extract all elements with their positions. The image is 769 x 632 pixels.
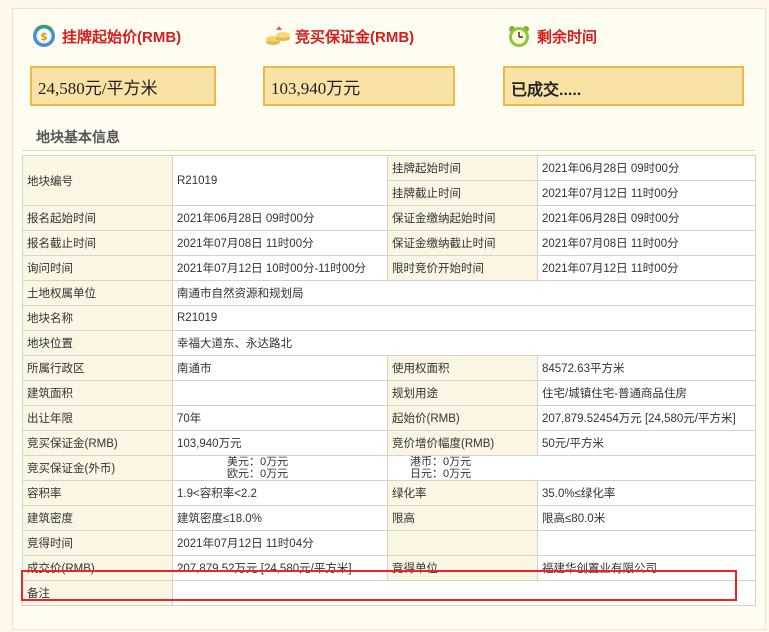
start-price-table-label: 起始价(RMB) [387,405,538,431]
timed-bid-label: 限时竞价开始时间 [387,255,538,281]
start-price-table-value: 207,879.52454万元 [24,580元/平方米] [537,405,756,431]
parcel-no-value: R21019 [172,155,388,206]
reg-end-label: 报名截止时间 [22,230,173,256]
deposit-table-value: 103,940万元 [172,430,388,456]
deposit-value: 103,940万元 [263,66,455,106]
height-value: 限高≤80.0米 [537,505,756,531]
deposit-label: 竞买保证金(RMB) [295,28,415,46]
table-row: 备注 [22,580,756,606]
remaining-time-value: 已成交..... [503,66,744,106]
parcel-name-label: 地块名称 [22,305,173,331]
density-value: 建筑密度≤18.0% [172,505,388,531]
section-divider [22,150,755,151]
coins-icon [265,24,290,48]
listing-end-value: 2021年07月12日 11时00分 [537,180,756,206]
build-area-label: 建筑面积 [22,380,173,406]
listing-end-label: 挂牌截止时间 [387,180,538,206]
deal-price-label: 成交价(RMB) [22,555,173,581]
table-row: 询问时间 2021年07月12日 10时00分-11时00分 限时竞价开始时间 … [22,255,756,281]
timed-bid-value: 2021年07月12日 11时00分 [537,255,756,281]
parcel-info-table: 地块编号 R21019 挂牌起始时间 2021年06月28日 09时00分 挂牌… [22,155,756,606]
table-row: 地块编号 R21019 挂牌起始时间 2021年06月28日 09时00分 [22,155,756,206]
plan-use-value: 住宅/城镇住宅-普通商品住房 [537,380,756,406]
build-area-value [172,380,388,406]
start-price-value: 24,580元/平方米 [30,66,216,106]
table-row: 竞买保证金(RMB) 103,940万元 竞价增价幅度(RMB) 50元/平方米 [22,430,756,456]
listing-start-label: 挂牌起始时间 [387,155,538,181]
table-row: 报名截止时间 2021年07月08日 11时00分 保证金缴纳截止时间 2021… [22,230,756,256]
winner-label: 竞得单位 [387,555,538,581]
district-value: 南通市 [172,355,388,381]
table-row: 所属行政区 南通市 使用权面积 84572.63平方米 [22,355,756,381]
remarks-value [172,580,756,606]
foreign-deposit-hkd-jpy: 港币：0万元 日元：0万元 [387,455,756,481]
green-label: 绿化率 [387,480,538,506]
win-time-label: 竞得时间 [22,530,173,556]
table-row: 成交价(RMB) 207,879.52万元 [24,580元/平方米] 竞得单位… [22,555,756,581]
remarks-label: 备注 [22,580,173,606]
remaining-time-label: 剩余时间 [537,28,598,46]
table-row: 出让年限 70年 起始价(RMB) 207,879.52454万元 [24,58… [22,405,756,431]
deal-price-value: 207,879.52万元 [24,580元/平方米] [172,555,388,581]
section-title: 地块基本信息 [36,129,120,145]
table-row: 竞得时间 2021年07月12日 11时04分 [22,530,756,556]
winner-value: 福建华创置业有限公司 [537,555,756,581]
foreign-deposit-usd-eur: 美元：0万元 欧元：0万元 [172,455,388,481]
owner-label: 土地权属单位 [22,280,173,306]
table-row: 地块名称 R21019 [22,305,756,331]
hkd-value: 港币：0万元 [410,456,472,469]
empty-label [387,530,538,556]
start-price-header: $ 挂牌起始价(RMB) [32,22,181,50]
empty-value [537,530,756,556]
table-row: 容积率 1.9<容积率<2.2 绿化率 35.0%≤绿化率 [22,480,756,506]
jpy-value: 日元：0万元 [410,468,472,480]
table-row: 竞买保证金(外币) 美元：0万元 欧元：0万元 港币：0万元 日元：0万元 [22,455,756,481]
deposit-table-label: 竞买保证金(RMB) [22,430,173,456]
far-value: 1.9<容积率<2.2 [172,480,388,506]
remaining-time-header: 剩余时间 [507,22,597,50]
usd-value: 美元：0万元 [227,456,289,469]
location-value: 幸福大道东、永达路北 [172,330,756,356]
reg-start-label: 报名起始时间 [22,205,173,231]
table-row: 土地权属单位 南通市自然资源和规划局 [22,280,756,306]
svg-text:$: $ [40,30,48,43]
height-label: 限高 [387,505,538,531]
table-row: 建筑密度 建筑密度≤18.0% 限高 限高≤80.0米 [22,505,756,531]
location-label: 地块位置 [22,330,173,356]
owner-value: 南通市自然资源和规划局 [172,280,756,306]
use-area-value: 84572.63平方米 [537,355,756,381]
eur-value: 欧元：0万元 [227,468,289,480]
use-area-label: 使用权面积 [387,355,538,381]
increment-label: 竞价增价幅度(RMB) [387,430,538,456]
plan-use-label: 规划用途 [387,380,538,406]
alarm-clock-icon [507,24,531,48]
reg-end-value: 2021年07月08日 11时00分 [172,230,388,256]
deposit-end-label: 保证金缴纳截止时间 [387,230,538,256]
reg-start-value: 2021年06月28日 09时00分 [172,205,388,231]
far-label: 容积率 [22,480,173,506]
start-price-label: 挂牌起始价(RMB) [62,28,182,46]
parcel-name-value: R21019 [172,305,756,331]
table-row: 报名起始时间 2021年06月28日 09时00分 保证金缴纳起始时间 2021… [22,205,756,231]
listing-start-value: 2021年06月28日 09时00分 [537,155,756,181]
density-label: 建筑密度 [22,505,173,531]
district-label: 所属行政区 [22,355,173,381]
increment-value: 50元/平方米 [537,430,756,456]
deposit-start-value: 2021年06月28日 09时00分 [537,205,756,231]
parcel-no-label: 地块编号 [22,155,173,206]
inquiry-label: 询问时间 [22,255,173,281]
green-value: 35.0%≤绿化率 [537,480,756,506]
term-label: 出让年限 [22,405,173,431]
term-value: 70年 [172,405,388,431]
table-row: 建筑面积 规划用途 住宅/城镇住宅-普通商品住房 [22,380,756,406]
dollar-cycle-icon: $ [32,24,56,48]
inquiry-value: 2021年07月12日 10时00分-11时00分 [172,255,388,281]
deposit-start-label: 保证金缴纳起始时间 [387,205,538,231]
table-row: 地块位置 幸福大道东、永达路北 [22,330,756,356]
win-time-value: 2021年07月12日 11时04分 [172,530,388,556]
deposit-end-value: 2021年07月08日 11时00分 [537,230,756,256]
foreign-deposit-label: 竞买保证金(外币) [22,455,173,481]
deposit-header: 竞买保证金(RMB) [265,22,414,50]
